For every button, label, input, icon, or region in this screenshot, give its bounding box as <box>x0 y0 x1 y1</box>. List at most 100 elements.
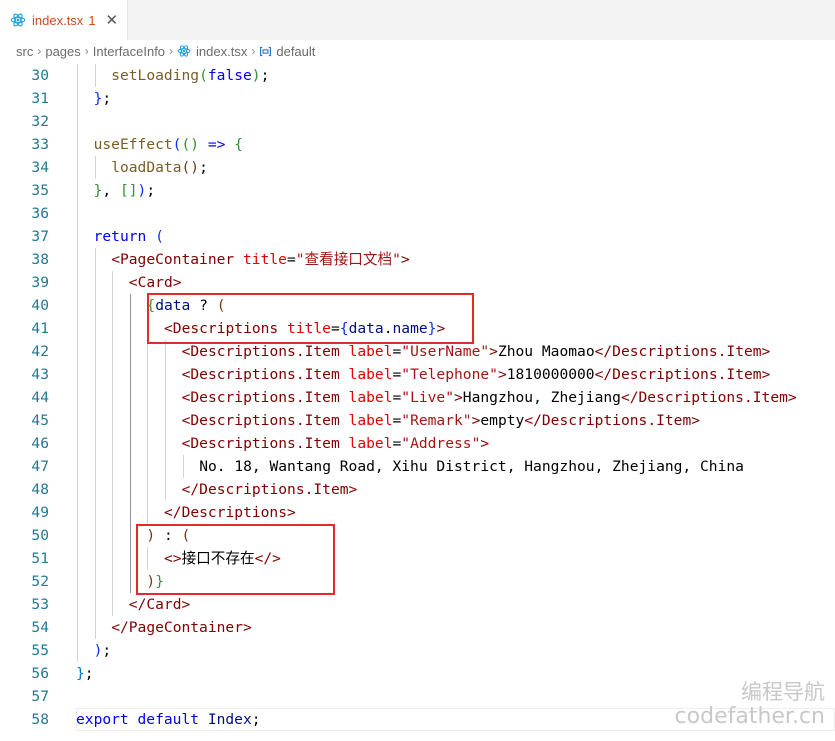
code-token: "查看接口文档" <box>295 251 401 268</box>
code-line[interactable]: 56}; <box>0 662 835 685</box>
code-line[interactable]: 46 <Descriptions.Item label="Address"> <box>0 432 835 455</box>
tab-filename: index.tsx <box>32 12 84 28</box>
code-token: label <box>348 412 393 429</box>
line-number: 57 <box>31 688 49 705</box>
problem-count-badge: 1 <box>88 12 96 28</box>
code-token: ; <box>260 67 270 84</box>
code-line[interactable]: 55); <box>0 639 835 662</box>
line-number: 48 <box>31 481 49 498</box>
code-line[interactable]: 31}; <box>0 87 835 110</box>
code-token: ( <box>199 67 208 84</box>
code-token: = <box>392 412 402 429</box>
line-number: 40 <box>31 297 49 314</box>
code-text: return ( <box>94 225 164 248</box>
line-number: 55 <box>31 642 49 659</box>
code-token: Index <box>207 711 252 728</box>
code-token: ; <box>251 711 261 728</box>
chevron-right-icon: › <box>37 44 42 58</box>
code-token: </Descriptions.Item> <box>620 389 797 406</box>
line-number: 42 <box>31 343 49 360</box>
code-token: = <box>392 343 402 360</box>
code-token: </Descriptions.Item> <box>594 343 771 360</box>
code-editor[interactable]: 30 setLoading(false); 31}; 32 33 useEffect(()… <box>0 64 835 741</box>
code-text: </Descriptions.Item> <box>182 478 358 501</box>
code-line[interactable]: 48 </Descriptions.Item> <box>0 478 835 501</box>
code-line[interactable]: 50) : ( <box>0 524 835 547</box>
code-token: > <box>489 343 498 360</box>
code-line[interactable]: 44 <Descriptions.Item label="Live">Hangzh… <box>0 386 835 409</box>
code-line[interactable]: 39 <Card> <box>0 271 835 294</box>
code-line[interactable]: 38 <PageContainer title="查看接口文档"> <box>0 248 835 271</box>
code-token: setLoading <box>111 67 200 84</box>
code-token: "Telephone" <box>401 366 498 383</box>
code-token: title <box>243 251 287 268</box>
code-token: "Live" <box>401 389 454 406</box>
react-icon <box>10 13 26 27</box>
code-line[interactable]: 45 <Descriptions.Item label="Remark">empt… <box>0 409 835 432</box>
code-line[interactable]: 51 <>接口不存在</> <box>0 547 835 570</box>
code-text: useEffect(() => { <box>94 133 243 156</box>
breadcrumb-item-src[interactable]: src <box>16 44 33 59</box>
code-token: return <box>93 228 147 245</box>
line-number: 38 <box>31 251 49 268</box>
code-text: <Card> <box>129 271 182 294</box>
code-line[interactable]: 33 useEffect(() => { <box>0 133 835 156</box>
code-text: ); <box>94 639 112 662</box>
code-line[interactable]: 49 </Descriptions> <box>0 501 835 524</box>
code-line[interactable]: 47 No. 18, Wantang Road, Xihu District, H… <box>0 455 835 478</box>
editor-tab-bar: index.tsx 1 ✕ <box>0 0 835 41</box>
close-icon[interactable]: ✕ <box>106 13 119 28</box>
code-token: empty <box>480 412 525 429</box>
line-number: 30 <box>31 67 49 84</box>
code-token: <Card> <box>128 274 182 291</box>
code-token: </PageContainer> <box>111 619 252 636</box>
code-token: false <box>207 67 252 84</box>
code-line[interactable]: 43 <Descriptions.Item label="Telephone">1… <box>0 363 835 386</box>
code-token: label <box>348 435 393 452</box>
code-text: </PageContainer> <box>111 616 252 639</box>
line-number: 39 <box>31 274 49 291</box>
symbol-variable-icon <box>260 46 272 56</box>
code-line[interactable]: 37 return ( <box>0 225 835 248</box>
code-token: ; <box>102 642 112 659</box>
line-number: 37 <box>31 228 49 245</box>
line-number: 58 <box>31 711 49 728</box>
code-line[interactable]: 34 loadData(); <box>0 156 835 179</box>
code-token: useEffect <box>93 136 173 153</box>
breadcrumb-item-pages[interactable]: pages <box>45 44 80 59</box>
breadcrumb-item-default[interactable]: default <box>276 44 315 59</box>
line-number: 35 <box>31 182 49 199</box>
code-token: loadData <box>111 159 182 176</box>
code-line[interactable]: 32 <box>0 110 835 133</box>
line-number: 49 <box>31 504 49 521</box>
code-token: </Descriptions.Item> <box>524 412 701 429</box>
code-text: <Descriptions.Item label="Remark">empty<… <box>182 409 700 432</box>
code-token: ; <box>84 665 94 682</box>
code-token: Zhou Maomao <box>497 343 595 360</box>
breadcrumb-item-interfaceinfo[interactable]: InterfaceInfo <box>93 44 165 59</box>
line-number: 32 <box>31 113 49 130</box>
line-number: 54 <box>31 619 49 636</box>
code-line[interactable]: 52)} <box>0 570 835 593</box>
code-token: [] <box>119 182 138 199</box>
code-token: , <box>102 182 120 199</box>
code-line[interactable]: 30 setLoading(false); <box>0 64 835 87</box>
code-line[interactable]: 35}, []); <box>0 179 835 202</box>
code-line[interactable]: 36 <box>0 202 835 225</box>
chevron-right-icon: › <box>169 44 174 58</box>
code-line[interactable]: 54 </PageContainer> <box>0 616 835 639</box>
breadcrumb: src › pages › InterfaceInfo › index.tsx … <box>0 40 835 62</box>
breadcrumb-item-index-tsx[interactable]: index.tsx <box>196 44 247 59</box>
tab-index-tsx[interactable]: index.tsx 1 ✕ <box>0 0 128 40</box>
code-line[interactable]: 53 </Card> <box>0 593 835 616</box>
code-text: export default Index; <box>76 708 261 731</box>
code-token: ; <box>199 159 208 176</box>
code-token: > <box>454 389 463 406</box>
code-token: > <box>400 251 410 268</box>
code-text: }; <box>94 87 112 110</box>
